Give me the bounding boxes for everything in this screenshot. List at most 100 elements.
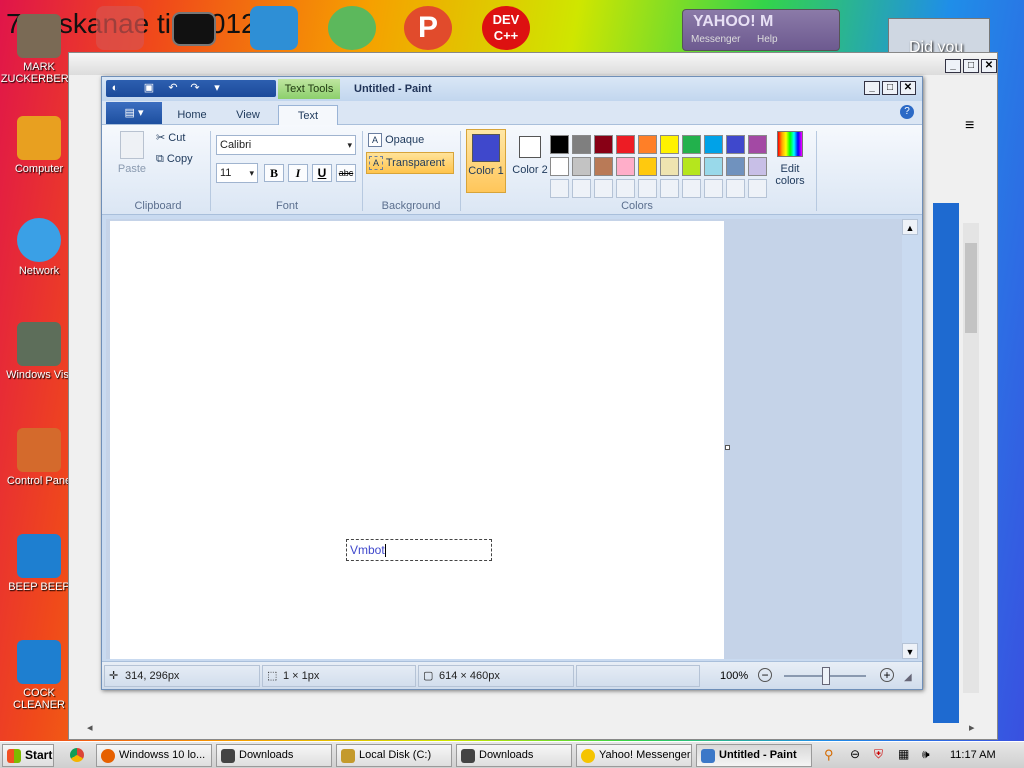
network-icon[interactable]: ▦ <box>898 747 909 761</box>
palette-swatch[interactable] <box>572 157 591 176</box>
browser-scroll-thumb[interactable] <box>965 243 977 333</box>
tray-security-icon[interactable]: ⛨ <box>874 747 883 762</box>
edit-colors-button[interactable]: Edit colors <box>768 131 812 195</box>
zoom-out-button[interactable]: − <box>758 668 772 682</box>
desktop-icon-mark-zuckerberg[interactable]: MARK ZUCKERBERG <box>0 14 78 85</box>
paint-window[interactable]: ◐ ▣ ↶ ↷ ▾ Text Tools Untitled - Paint _ … <box>101 76 923 690</box>
palette-swatch-empty[interactable] <box>726 179 745 198</box>
transparent-button[interactable]: A Transparent <box>366 152 454 174</box>
text-box[interactable]: Vmbot <box>346 539 492 561</box>
scroll-down-button[interactable]: ▼ <box>902 643 918 659</box>
desktop-icon-network[interactable]: Network <box>0 218 78 277</box>
desktop-icon-control-panel[interactable]: Control Pane <box>0 428 78 487</box>
taskbar-item-local-disk[interactable]: Local Disk (C:) <box>336 744 452 767</box>
browser-scroll-left-arrow[interactable]: ◂ <box>87 721 93 734</box>
taskbar-item-windowss[interactable]: Windowss 10 lo... <box>96 744 212 767</box>
palette-swatch[interactable] <box>594 157 613 176</box>
palette-swatch[interactable] <box>726 135 745 154</box>
paint-app-icon[interactable]: ◐ <box>108 82 122 95</box>
dev-cpp-icon[interactable]: DEV C++ <box>482 6 530 50</box>
palette-swatch[interactable] <box>726 157 745 176</box>
opaque-button[interactable]: A Opaque <box>368 130 454 150</box>
bold-button[interactable]: B <box>264 164 284 182</box>
desktop-icon-cock-cleaner[interactable]: COCK CLEANER <box>0 640 78 711</box>
scroll-up-button[interactable]: ▲ <box>902 219 918 235</box>
paint-file-menu-button[interactable]: ▤ ▾ <box>106 102 162 124</box>
taskbar-item-downloads-2[interactable]: Downloads <box>456 744 572 767</box>
palette-swatch[interactable] <box>660 157 679 176</box>
folder-icon[interactable] <box>250 6 298 50</box>
palette-swatch[interactable] <box>616 157 635 176</box>
font-family-dropdown[interactable]: Calibri ▾ <box>216 135 356 155</box>
resize-grip-icon[interactable]: ◢ <box>904 672 912 683</box>
taskbar-item-yahoo-messenger[interactable]: Yahoo! Messenger <box>576 744 692 767</box>
palette-swatch-empty[interactable] <box>572 179 591 198</box>
drawing-canvas[interactable]: Vmbot <box>110 221 724 659</box>
canvas-workspace[interactable]: Vmbot <box>106 219 902 659</box>
start-button[interactable]: Start <box>2 744 54 767</box>
taskbar-item-downloads-1[interactable]: Downloads <box>216 744 332 767</box>
palette-swatch-empty[interactable] <box>660 179 679 198</box>
browser-minimize-button[interactable]: _ <box>945 59 961 73</box>
underline-button[interactable]: U <box>312 164 332 182</box>
palette-swatch-empty[interactable] <box>594 179 613 198</box>
palette-swatch[interactable] <box>594 135 613 154</box>
palette-swatch-empty[interactable] <box>704 179 723 198</box>
color2-button[interactable]: Color 2 <box>510 129 550 193</box>
canvas-resize-handle[interactable] <box>725 445 730 450</box>
palette-swatch-empty[interactable] <box>550 179 569 198</box>
palette-swatch[interactable] <box>616 135 635 154</box>
yahoo-messenger-window[interactable]: YAHOO! M Messenger Help <box>682 9 840 51</box>
palette-swatch[interactable] <box>682 157 701 176</box>
browser-scroll-right-arrow[interactable]: ▸ <box>969 721 975 734</box>
game-icon[interactable] <box>328 6 376 50</box>
volume-icon[interactable]: 🕪 <box>922 747 930 762</box>
chrome-icon[interactable] <box>70 748 84 762</box>
yahoo-help-label[interactable]: Help <box>757 34 778 45</box>
zoom-in-button[interactable]: + <box>880 668 894 682</box>
paint-titlebar[interactable]: ◐ ▣ ↶ ↷ ▾ Text Tools Untitled - Paint _ … <box>102 77 922 101</box>
taskbar-clock[interactable]: 11:17 AM <box>950 749 996 761</box>
desktop-icon-computer[interactable]: Computer <box>0 116 78 175</box>
browser-maximize-button[interactable]: □ <box>963 59 979 73</box>
desktop-icon-recycle-bin[interactable]: Windows Vist <box>0 322 78 381</box>
photo-icon[interactable] <box>96 6 144 50</box>
browser-close-button[interactable]: ✕ <box>981 59 997 73</box>
strikethrough-button[interactable]: abc <box>336 164 356 182</box>
palette-swatch[interactable] <box>682 135 701 154</box>
palette-swatch[interactable] <box>660 135 679 154</box>
paint-close-button[interactable]: ✕ <box>900 81 916 95</box>
save-icon[interactable]: ▣ <box>142 82 156 95</box>
tab-text[interactable]: Text <box>278 105 338 126</box>
palette-swatch[interactable] <box>704 135 723 154</box>
redo-icon[interactable]: ↷ <box>188 82 202 95</box>
copy-button[interactable]: ⧉ Copy <box>156 153 193 166</box>
paint-minimize-button[interactable]: _ <box>864 81 880 95</box>
palette-swatch[interactable] <box>550 157 569 176</box>
paste-button[interactable]: Paste <box>114 131 150 181</box>
palette-swatch[interactable] <box>748 135 767 154</box>
palette-swatch-empty[interactable] <box>638 179 657 198</box>
font-size-dropdown[interactable]: 11 ▾ <box>216 163 258 183</box>
p-app-icon[interactable]: P <box>404 6 452 50</box>
customize-qat-icon[interactable]: ▾ <box>210 82 224 95</box>
desktop-icon-beep-beep[interactable]: BEEP BEEP <box>0 534 78 593</box>
palette-swatch[interactable] <box>748 157 767 176</box>
undo-icon[interactable]: ↶ <box>166 82 180 95</box>
palette-swatch[interactable] <box>638 135 657 154</box>
help-icon[interactable]: ? <box>900 105 914 119</box>
palette-swatch-empty[interactable] <box>748 179 767 198</box>
palette-swatch-empty[interactable] <box>682 179 701 198</box>
paint-maximize-button[interactable]: □ <box>882 81 898 95</box>
cmd-icon[interactable] <box>172 12 216 46</box>
tab-home[interactable]: Home <box>164 105 220 125</box>
hamburger-menu-icon[interactable]: ≡ <box>965 117 974 135</box>
palette-swatch[interactable] <box>704 157 723 176</box>
palette-swatch-empty[interactable] <box>616 179 635 198</box>
palette-swatch[interactable] <box>572 135 591 154</box>
palette-swatch[interactable] <box>638 157 657 176</box>
cut-button[interactable]: ✂ Cut <box>156 131 185 144</box>
taskbar-item-paint[interactable]: Untitled - Paint <box>696 744 812 767</box>
palette-swatch[interactable] <box>550 135 569 154</box>
italic-button[interactable]: I <box>288 164 308 182</box>
